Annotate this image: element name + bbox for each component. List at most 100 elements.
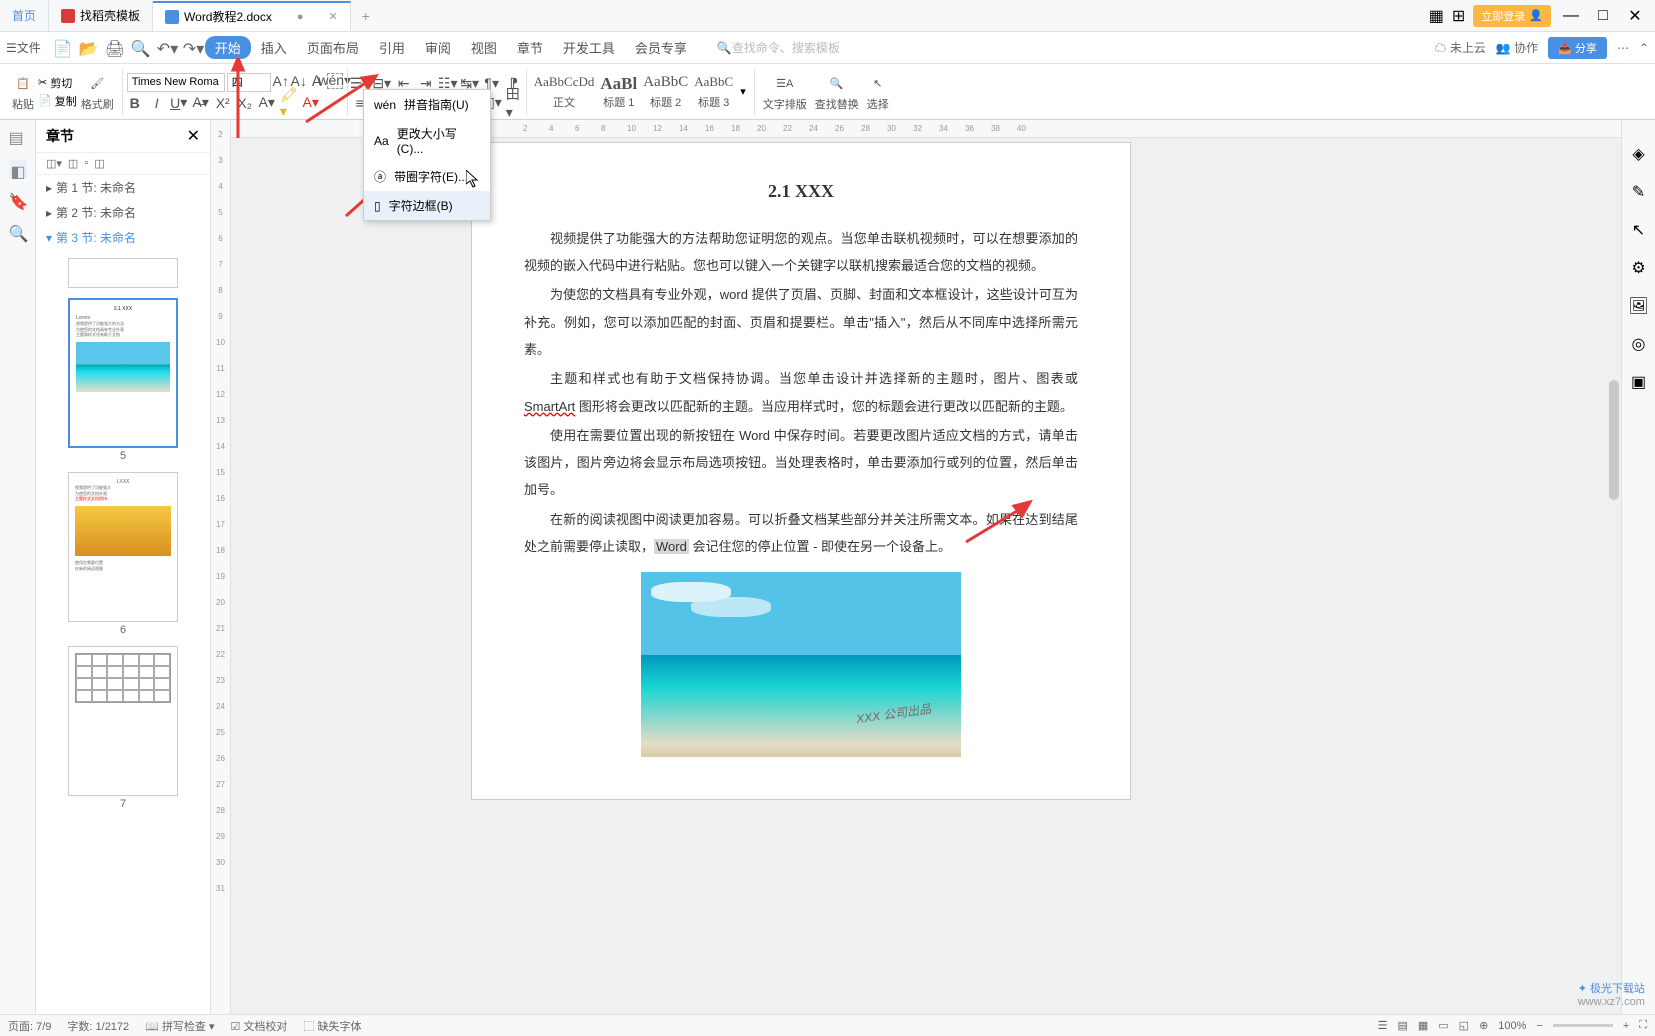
style-h3[interactable]: AaBbC标题 3 (694, 74, 733, 110)
italic-icon[interactable]: I (149, 95, 165, 111)
tab-insert[interactable]: 插入 (251, 36, 297, 59)
tab-view[interactable]: 视图 (461, 36, 507, 59)
tab-devtools[interactable]: 开发工具 (553, 36, 625, 59)
vertical-scrollbar[interactable] (1609, 140, 1619, 1004)
app-grid-icon[interactable]: ⊞ (1452, 6, 1465, 26)
new-icon[interactable]: 📄 (53, 39, 71, 57)
zoom-out-icon[interactable]: − (1536, 1020, 1542, 1032)
underline-icon[interactable]: U▾ (171, 95, 187, 111)
view-focus-icon[interactable]: ◱ (1459, 1019, 1469, 1032)
scrollbar-thumb[interactable] (1609, 380, 1619, 500)
tab-home[interactable]: 首页 (0, 1, 49, 31)
rb-target-icon[interactable]: ◎ (1632, 334, 1646, 354)
view-read-icon[interactable]: ▭ (1438, 1019, 1448, 1032)
zoom-in-icon[interactable]: + (1623, 1020, 1629, 1032)
close-button[interactable]: ✕ (1623, 6, 1647, 26)
tab-document[interactable]: Word教程2.docx●✕ (153, 1, 351, 31)
tab-templates[interactable]: 找稻壳模板 (49, 1, 153, 31)
rb-layout-icon[interactable]: ▣ (1631, 372, 1646, 392)
tab-review[interactable]: 审阅 (415, 36, 461, 59)
preview-icon[interactable]: 🔍 (131, 39, 149, 57)
find-replace[interactable]: 🔍查找替换 (815, 72, 859, 112)
zoom-slider[interactable] (1553, 1024, 1613, 1027)
rb-diamond-icon[interactable]: ◈ (1632, 144, 1644, 164)
strike-icon[interactable]: A̶▾ (193, 95, 209, 111)
maximize-button[interactable]: □ (1591, 7, 1615, 25)
open-icon[interactable]: 📂 (79, 39, 97, 57)
collapse-ribbon-icon[interactable]: ⌃ (1639, 41, 1649, 55)
borders-icon[interactable]: 田▾ (506, 95, 522, 111)
command-search[interactable]: 🔍 查找命令、搜索模板 (717, 39, 840, 56)
search-panel-icon[interactable]: 🔍 (9, 224, 27, 242)
status-proof[interactable]: ☑ 文档校对 (231, 1018, 288, 1034)
share-button[interactable]: 📤 分享 (1548, 37, 1607, 59)
outline-icon[interactable]: ▤ (9, 128, 27, 146)
text-layout[interactable]: ☰A文字排版 (763, 72, 807, 112)
thumb-blank[interactable] (68, 258, 178, 288)
undo-icon[interactable]: ↶▾ (157, 39, 175, 57)
paste-group[interactable]: 📋粘贴 (12, 72, 34, 112)
format-painter[interactable]: 🖌格式刷 (81, 72, 114, 112)
style-h1[interactable]: AaBl标题 1 (600, 74, 637, 110)
mouse-cursor (466, 170, 482, 190)
minimize-button[interactable]: — (1559, 7, 1583, 25)
menu-pinyin-guide[interactable]: wén拼音指南(U) (364, 90, 490, 119)
print-icon[interactable]: 🖨 (105, 39, 123, 57)
highlight-icon[interactable]: 🖍▾ (281, 95, 297, 111)
bold-icon[interactable]: B (127, 95, 143, 111)
menu-change-case[interactable]: Aa更改大小写(C)... (364, 119, 490, 162)
tab-start[interactable]: 开始 (205, 36, 251, 59)
view-outline-icon[interactable]: ▦ (1418, 1019, 1428, 1032)
nav-section-1[interactable]: ▸ 第 1 节: 未命名 (36, 175, 210, 200)
layout-grid-icon[interactable]: ▦ (1429, 6, 1444, 26)
rb-pointer-icon[interactable]: ↖ (1632, 220, 1645, 240)
view-print-icon[interactable]: ☰ (1378, 1019, 1388, 1032)
text-effect-icon[interactable]: A▾ (259, 95, 275, 111)
nav-close-icon[interactable]: ✕ (187, 126, 200, 146)
tab-pagelayout[interactable]: 页面布局 (297, 36, 369, 59)
styles-more-icon[interactable]: ▾ (736, 85, 750, 98)
zoom-value[interactable]: 100% (1498, 1020, 1526, 1032)
zoom-fit-icon[interactable]: ⊕ (1479, 1019, 1488, 1032)
thumb-page-7[interactable]: 7 (68, 646, 178, 810)
redo-icon[interactable]: ↷▾ (183, 39, 201, 57)
select-tool[interactable]: ↖选择 (867, 72, 889, 112)
thumbnail-icon[interactable]: ◧ (9, 160, 27, 178)
fullscreen-icon[interactable]: ⛶ (1639, 1019, 1647, 1032)
nav-tool-1[interactable]: ◫▾ (46, 157, 62, 170)
menu-char-border[interactable]: ▯字符边框(B) (364, 191, 490, 220)
status-words[interactable]: 字数: 1/2172 (67, 1018, 129, 1034)
login-button[interactable]: 立即登录👤 (1473, 5, 1551, 27)
coop-button[interactable]: 👥 协作 (1496, 39, 1538, 56)
cut-button[interactable]: ✂ 剪切 (38, 75, 77, 91)
font-name-select[interactable] (127, 73, 225, 92)
style-h2[interactable]: AaBbC标题 2 (643, 74, 688, 110)
doc-image[interactable]: XXX 公司出品 (641, 572, 961, 757)
thumb-page-6[interactable]: LXXX视频提供了功能强大为使您的文档外观主题样式文档保持使用在需要位置在新的阅… (68, 472, 178, 636)
status-spell[interactable]: 📖 拼写检查 ▾ (145, 1018, 214, 1034)
rb-pen-icon[interactable]: ✎ (1632, 182, 1645, 202)
tab-reference[interactable]: 引用 (369, 36, 415, 59)
tab-close-icon[interactable]: ✕ (329, 10, 338, 23)
rb-image-icon[interactable]: 🖼 (1628, 296, 1648, 316)
file-menu[interactable]: ☰ 文件 (6, 39, 41, 56)
nav-section-3[interactable]: ▾ 第 3 节: 未命名 (36, 225, 210, 250)
nav-tool-3[interactable]: ▫ (84, 157, 88, 170)
nav-tool-2[interactable]: ◫ (68, 157, 78, 170)
tab-member[interactable]: 会员专享 (625, 36, 697, 59)
tab-new-button[interactable]: + (351, 8, 381, 24)
thumb-page-5[interactable]: 2.1 XXXLorem视频提供了功能强大的方法为使您的文档具有专业外观主题和样… (68, 298, 178, 462)
rb-settings-icon[interactable]: ⚙ (1631, 258, 1645, 278)
bookmark-icon[interactable]: 🔖 (9, 192, 27, 210)
nav-section-2[interactable]: ▸ 第 2 节: 未命名 (36, 200, 210, 225)
more-icon[interactable]: ⋯ (1617, 41, 1629, 55)
style-normal[interactable]: AaBbCcDd正文 (534, 74, 595, 110)
tab-section[interactable]: 章节 (507, 36, 553, 59)
cloud-status[interactable]: ☁ 未上云 (1435, 39, 1486, 56)
view-web-icon[interactable]: ▤ (1397, 1019, 1407, 1032)
nav-tool-4[interactable]: ◫ (94, 157, 104, 170)
status-page[interactable]: 页面: 7/9 (8, 1018, 51, 1034)
document-page[interactable]: 2.1 XXX 视频提供了功能强大的方法帮助您证明您的观点。当您单击联机视频时，… (471, 142, 1131, 800)
status-missing-font[interactable]: ⬚ 缺失字体 (303, 1018, 361, 1034)
copy-button[interactable]: 📄 复制 (38, 93, 77, 109)
